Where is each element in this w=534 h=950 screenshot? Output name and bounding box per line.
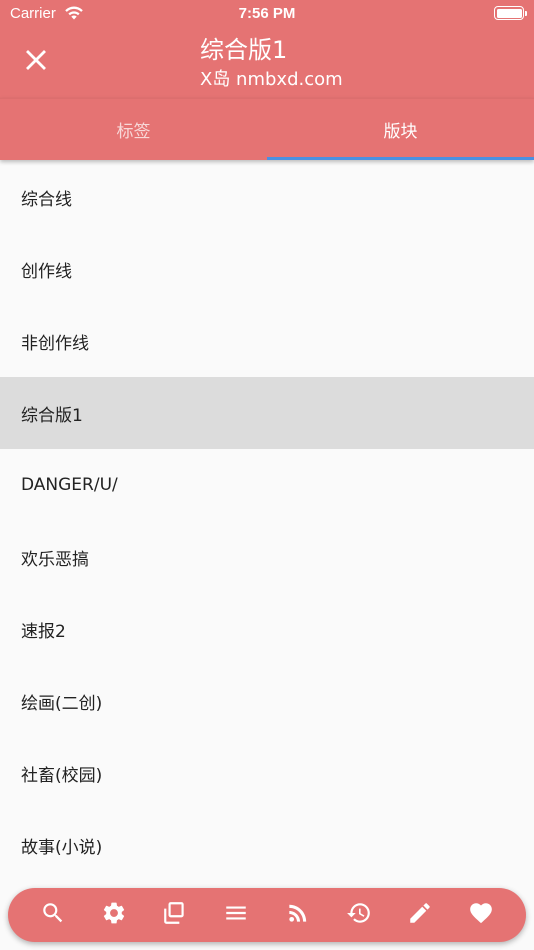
copy-icon	[162, 900, 188, 930]
clock: 7:56 PM	[238, 5, 296, 22]
edit-icon	[407, 900, 433, 930]
forum-item[interactable]: 社畜(校园)	[0, 737, 534, 809]
close-icon	[25, 49, 47, 75]
forum-item[interactable]: 欢乐恶搞	[0, 521, 534, 593]
forum-item[interactable]: DANGER/U/	[0, 449, 534, 521]
close-button[interactable]	[20, 46, 52, 78]
forum-item[interactable]: 非创作线	[0, 305, 534, 377]
tab-tags[interactable]: 标签	[0, 99, 267, 160]
rss-icon	[285, 900, 311, 930]
search-button[interactable]	[33, 895, 73, 935]
tab-forums[interactable]: 版块	[267, 99, 534, 160]
forum-item-selected[interactable]: 综合版1	[0, 377, 534, 449]
heart-icon	[468, 900, 494, 930]
bottom-action-bar	[8, 888, 526, 942]
settings-button[interactable]	[94, 895, 134, 935]
forum-item[interactable]: 绘画(二创)	[0, 665, 534, 737]
forum-item[interactable]: 速报2	[0, 593, 534, 665]
switch-forum-button[interactable]	[155, 895, 195, 935]
history-icon	[346, 900, 372, 930]
history-button[interactable]	[339, 895, 379, 935]
forum-list: 综合线 创作线 非创作线 综合版1 DANGER/U/ 欢乐恶搞 速报2 绘画(…	[0, 161, 534, 881]
battery-icon	[494, 6, 527, 20]
status-bar: Carrier 7:56 PM	[0, 0, 534, 28]
menu-icon	[223, 900, 249, 930]
forum-item[interactable]: 综合线	[0, 161, 534, 233]
page-title: 综合版1	[200, 36, 288, 64]
new-post-button[interactable]	[400, 895, 440, 935]
menu-button[interactable]	[216, 895, 256, 935]
favorites-button[interactable]	[461, 895, 501, 935]
page-subtitle: X岛 nmbxd.com	[200, 69, 343, 90]
forum-item[interactable]: 创作线	[0, 233, 534, 305]
app-bar: 综合版1 X岛 nmbxd.com	[0, 28, 534, 98]
search-icon	[40, 900, 66, 930]
feed-button[interactable]	[278, 895, 318, 935]
gear-icon	[101, 900, 127, 930]
tab-bar: 标签 版块	[0, 98, 534, 160]
forum-item[interactable]: 故事(小说)	[0, 809, 534, 881]
